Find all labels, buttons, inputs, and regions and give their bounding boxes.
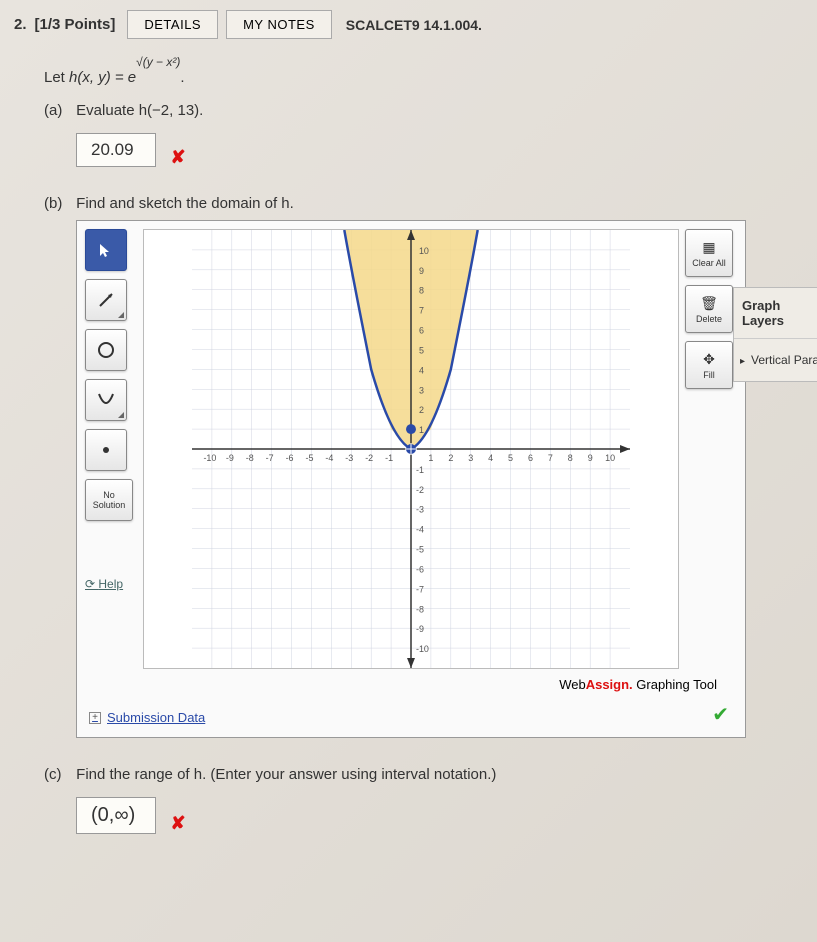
svg-text:2: 2: [448, 453, 453, 463]
submission-data-link[interactable]: + Submission Data: [89, 710, 205, 725]
line-tool-button[interactable]: [85, 279, 127, 321]
svg-text:8: 8: [568, 453, 573, 463]
correct-icon: ✔: [712, 702, 729, 727]
graph-footer: WebAssign. Graphing Tool: [85, 669, 737, 692]
part-a-answer-input[interactable]: 20.09: [76, 133, 156, 167]
parabola-tool-button[interactable]: [85, 379, 127, 421]
problem-statement: Let h(x, y) = e√(y − x²).: [44, 65, 803, 86]
svg-text:5: 5: [419, 345, 424, 355]
svg-text:-10: -10: [416, 644, 429, 654]
svg-text:-1: -1: [416, 465, 424, 475]
svg-text:3: 3: [468, 453, 473, 463]
svg-text:6: 6: [419, 326, 424, 336]
part-c-prompt: Find the range of h. (Enter your answer …: [76, 766, 496, 783]
details-button[interactable]: DETAILS: [127, 10, 218, 39]
svg-text:-4: -4: [325, 453, 333, 463]
help-link[interactable]: ⟳ Help: [85, 577, 137, 591]
points-label: [1/3 Points]: [35, 16, 116, 33]
wrong-icon: ✘: [170, 813, 185, 833]
svg-text:6: 6: [528, 453, 533, 463]
part-b-prompt: Find and sketch the domain of h.: [76, 195, 294, 212]
part-a-row: (a) Evaluate h(−2, 13).: [44, 102, 803, 119]
svg-text:-2: -2: [416, 485, 424, 495]
svg-text:-5: -5: [305, 453, 313, 463]
svg-text:-2: -2: [365, 453, 373, 463]
svg-text:5: 5: [508, 453, 513, 463]
part-b-row: (b) Find and sketch the domain of h.: [44, 195, 803, 212]
svg-text:7: 7: [419, 306, 424, 316]
svg-text:3: 3: [419, 385, 424, 395]
part-b-label: (b): [44, 195, 72, 212]
action-palette: ▦ Clear All 🗑 Delete ✥ Fill: [685, 229, 737, 669]
select-tool-button[interactable]: [85, 229, 127, 271]
fill-button[interactable]: ✥ Fill: [685, 341, 733, 389]
layer-item-parabola[interactable]: Vertical Parab: [734, 339, 817, 381]
svg-text:10: 10: [419, 246, 429, 256]
svg-text:7: 7: [548, 453, 553, 463]
question-number: 2.: [14, 16, 27, 33]
svg-text:-10: -10: [203, 453, 216, 463]
layers-title: Graph Layers: [734, 288, 817, 339]
part-c-row: (c) Find the range of h. (Enter your ans…: [44, 766, 803, 783]
clear-icon: ▦: [702, 239, 715, 256]
delete-button[interactable]: 🗑 Delete: [685, 285, 733, 333]
svg-text:-3: -3: [345, 453, 353, 463]
circle-tool-button[interactable]: [85, 329, 127, 371]
my-notes-button[interactable]: MY NOTES: [226, 10, 332, 39]
svg-text:-8: -8: [246, 453, 254, 463]
clear-all-button[interactable]: ▦ Clear All: [685, 229, 733, 277]
wrong-icon: ✘: [170, 147, 185, 167]
part-c-answer-input[interactable]: (0,∞): [76, 797, 156, 834]
svg-text:4: 4: [488, 453, 493, 463]
svg-text:-6: -6: [286, 453, 294, 463]
svg-text:-8: -8: [416, 604, 424, 614]
svg-text:-3: -3: [416, 505, 424, 515]
graph-layers-panel: Graph Layers Vertical Parab: [733, 287, 817, 382]
svg-text:4: 4: [419, 365, 424, 375]
svg-text:-7: -7: [416, 584, 424, 594]
point-tool-button[interactable]: [85, 429, 127, 471]
svg-text:9: 9: [588, 453, 593, 463]
source-reference: SCALCET9 14.1.004.: [346, 17, 482, 33]
graphing-tool: No Solution ⟳ Help: [76, 220, 746, 738]
svg-text:-7: -7: [266, 453, 274, 463]
svg-text:1: 1: [419, 425, 424, 435]
svg-text:-9: -9: [416, 624, 424, 634]
graph-canvas[interactable]: -10 -9 -8 -7 -6 -5 -4 -3 -2 -1 1 2 3 4 5 6 7 8 9 10 10 9 8 7 6…: [143, 229, 679, 669]
expand-icon: +: [89, 712, 101, 724]
svg-text:2: 2: [419, 405, 424, 415]
grid-svg: -10 -9 -8 -7 -6 -5 -4 -3 -2 -1 1 2 3 4 5 6 7 8 9 10 10 9 8 7 6…: [144, 230, 678, 668]
svg-text:8: 8: [419, 286, 424, 296]
part-a-prompt: Evaluate h(−2, 13).: [76, 102, 203, 119]
svg-text:-4: -4: [416, 525, 424, 535]
trash-icon: 🗑: [700, 295, 718, 312]
svg-text:10: 10: [605, 453, 615, 463]
svg-text:-5: -5: [416, 545, 424, 555]
part-c-label: (c): [44, 766, 72, 783]
fill-icon: ✥: [703, 351, 715, 368]
svg-text:1: 1: [428, 453, 433, 463]
svg-text:-9: -9: [226, 453, 234, 463]
svg-text:-6: -6: [416, 564, 424, 574]
svg-text:-1: -1: [385, 453, 393, 463]
svg-text:9: 9: [419, 266, 424, 276]
no-solution-button[interactable]: No Solution: [85, 479, 133, 521]
tool-palette: No Solution ⟳ Help: [85, 229, 137, 669]
part-a-label: (a): [44, 102, 72, 119]
